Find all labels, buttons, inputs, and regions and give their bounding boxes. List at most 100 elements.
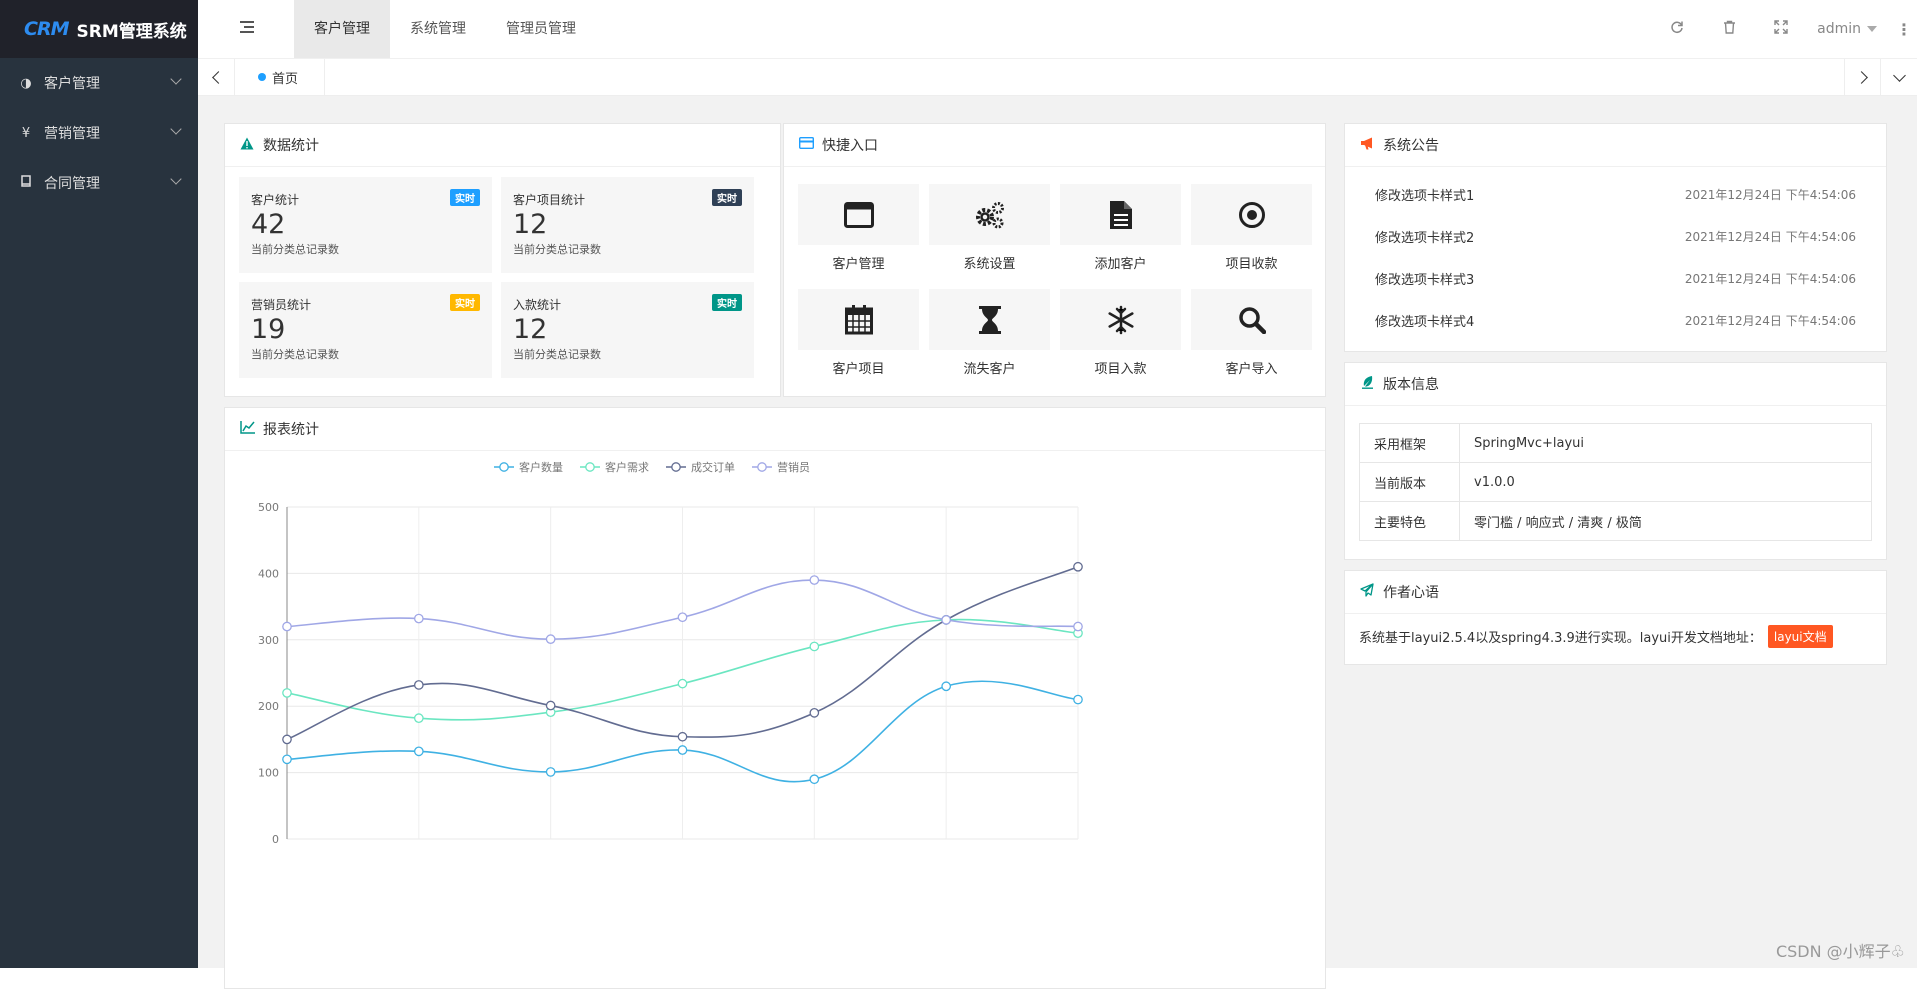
version-table: 采用框架 SpringMvc+layui 当前版本 v1.0.0 主要特色 零门槛 /… (1359, 423, 1872, 541)
line-chart-icon (239, 420, 255, 438)
version-value: SpringMvc+layui (1459, 423, 1872, 463)
sidebar-item-customer[interactable]: ◑ 客户管理 (0, 58, 198, 108)
data-point (1073, 694, 1083, 705)
tab-bar: 首页 (198, 59, 1917, 96)
trash-icon[interactable] (1703, 20, 1755, 38)
shortcut-add-customer[interactable]: 添加客户 (1060, 184, 1181, 289)
data-point (809, 575, 820, 585)
notice-item[interactable]: 修改选项卡样式4 2021年12月24日 下午4:54:06 (1375, 310, 1856, 330)
stat-label: 入款统计 (513, 298, 562, 312)
book-icon (18, 175, 34, 191)
y-tick-label: 400 (258, 567, 279, 580)
half-circle-icon: ◑ (20, 75, 32, 91)
topnav-admin[interactable]: 管理员管理 (486, 0, 596, 58)
topnav-customer[interactable]: 客户管理 (294, 0, 390, 58)
stat-label: 客户项目统计 (513, 193, 586, 207)
topnav-system[interactable]: 系统管理 (390, 0, 486, 58)
chevron-left-icon (211, 70, 225, 84)
data-point (545, 634, 556, 644)
notice-item[interactable]: 修改选项卡样式2 2021年12月24日 下午4:54:06 (1375, 226, 1856, 246)
tab-menu-button[interactable] (1880, 59, 1917, 95)
sidebar-item-contract[interactable]: 合同管理 (0, 158, 198, 208)
author-card-header: 作者心语 (1345, 571, 1886, 614)
shortcut-project-receipt[interactable]: 项目收款 (1191, 184, 1312, 289)
gears-icon (975, 201, 1004, 228)
shortcut-customer-manage[interactable]: 客户管理 (798, 184, 919, 289)
shortcuts-title: 快捷入口 (822, 138, 878, 154)
tab-home[interactable]: 首页 (234, 59, 326, 95)
chevron-right-icon (1854, 70, 1868, 84)
shortcut-label: 客户管理 (832, 257, 885, 272)
shortcut-customer-project[interactable]: 客户项目 (798, 289, 919, 394)
version-key: 采用框架 (1359, 423, 1460, 463)
legend-label: 客户需求 (605, 460, 649, 474)
shortcut-project-income[interactable]: 项目入款 (1060, 289, 1181, 394)
legend-marker (499, 462, 509, 472)
logo[interactable]: CRM SRM管理系统 (0, 0, 198, 58)
refresh-icon[interactable] (1651, 20, 1703, 38)
main-content: 数据统计 客户统计 实时 42 当前分类总记录数 客户项目统计 实时 12 当前… (198, 96, 1917, 989)
version-key: 主要特色 (1359, 501, 1460, 541)
shortcut-label: 项目入款 (1094, 362, 1147, 377)
shortcut-label: 项目收款 (1225, 257, 1278, 272)
stat-salespeople[interactable]: 营销员统计 实时 19 当前分类总记录数 (239, 282, 492, 378)
notice-item[interactable]: 修改选项卡样式1 2021年12月24日 下午4:54:06 (1375, 184, 1856, 204)
stat-payments[interactable]: 入款统计 实时 12 当前分类总记录数 (501, 282, 754, 378)
yen-icon: ¥ (21, 125, 31, 141)
data-point (677, 731, 688, 742)
menu-toggle-icon[interactable] (240, 21, 254, 35)
shortcut-system-settings[interactable]: 系统设置 (929, 184, 1050, 289)
data-point (413, 680, 424, 690)
bullhorn-icon (1359, 137, 1375, 154)
chevron-down-icon (170, 173, 182, 185)
chevron-down-icon (170, 123, 182, 135)
data-point (809, 774, 820, 785)
author-text-row: 系统基于layui2.5.4以及spring4.3.9进行实现。layui开发文… (1359, 625, 1833, 648)
y-tick-label: 500 (258, 501, 279, 514)
watermark: CSDN @小辉子♧ (1775, 942, 1905, 961)
stat-label: 客户统计 (251, 193, 300, 207)
chevron-down-icon (1892, 68, 1906, 82)
more-vertical-icon[interactable]: ⋮ (1891, 20, 1917, 39)
fullscreen-icon[interactable] (1755, 20, 1807, 38)
shortcut-label: 客户项目 (832, 362, 885, 377)
shortcut-lost-customer[interactable]: 流失客户 (929, 289, 1050, 394)
data-point (677, 745, 688, 755)
shortcut-customer-import[interactable]: 客户导入 (1191, 289, 1312, 394)
stat-customers[interactable]: 客户统计 实时 42 当前分类总记录数 (239, 177, 492, 273)
tab-prev-button[interactable] (198, 59, 235, 95)
author-text: 系统基于layui2.5.4以及spring4.3.9进行实现。layui开发文… (1359, 631, 1762, 646)
author-title: 作者心语 (1383, 585, 1439, 601)
sidebar-item-marketing[interactable]: ¥ 营销管理 (0, 108, 198, 158)
search-icon (1238, 306, 1266, 334)
window-icon (843, 201, 874, 228)
stat-value: 19 (251, 314, 286, 345)
stat-value: 12 (513, 209, 548, 240)
tab-home-label: 首页 (272, 71, 299, 87)
legend-label: 成交订单 (691, 460, 735, 474)
notice-date: 2021年12月24日 下午4:54:06 (1684, 271, 1856, 286)
legend-marker (585, 462, 595, 472)
legend-label: 客户数量 (519, 460, 563, 474)
report-chart: 0 100 200 300 400 500 客户数量 客户需求 成交订单 营销员 (258, 460, 1083, 846)
shortcut-label: 客户导入 (1225, 362, 1278, 377)
layui-docs-button[interactable]: layui文档 (1767, 625, 1833, 648)
leaf-icon (1359, 375, 1375, 393)
realtime-badge: 实时 (712, 189, 742, 206)
user-menu[interactable]: admin (1807, 21, 1891, 37)
realtime-badge: 实时 (450, 189, 480, 206)
table-row: 主要特色 零门槛 / 响应式 / 清爽 / 极简 (1359, 501, 1872, 541)
notice-item[interactable]: 修改选项卡样式3 2021年12月24日 下午4:54:06 (1375, 268, 1856, 288)
sidebar-item-label: 客户管理 (44, 76, 100, 92)
realtime-badge: 实时 (712, 294, 742, 311)
stats-card-header: 数据统计 (225, 124, 780, 167)
caret-down-icon (1867, 26, 1877, 32)
paper-plane-icon (1359, 583, 1375, 601)
stat-projects[interactable]: 客户项目统计 实时 12 当前分类总记录数 (501, 177, 754, 273)
warning-icon (239, 137, 255, 154)
header-actions: admin ⋮ (1651, 0, 1917, 58)
tab-next-button[interactable] (1844, 59, 1881, 95)
data-point (282, 621, 292, 632)
table-row: 当前版本 v1.0.0 (1359, 462, 1872, 502)
stat-value: 42 (251, 209, 286, 240)
